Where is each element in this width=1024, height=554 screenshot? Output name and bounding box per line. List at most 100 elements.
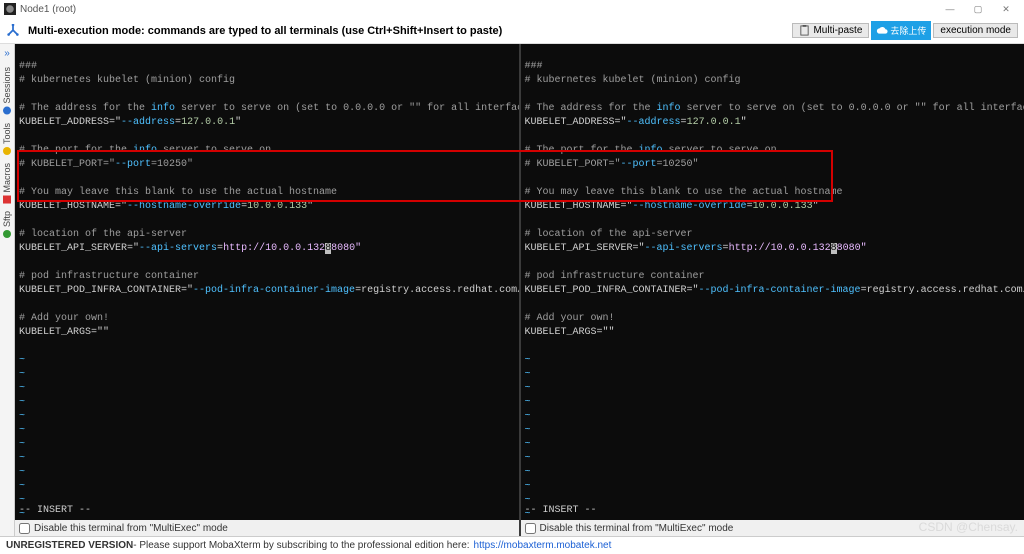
term-tilde: ~ bbox=[19, 481, 25, 492]
term-text: " bbox=[307, 201, 313, 212]
term-text: http://10.0.0.132 bbox=[223, 243, 325, 254]
term-line: # kubernetes kubelet (minion) config bbox=[19, 75, 235, 86]
term-text: " bbox=[235, 117, 241, 128]
term-text: KUBELET_ADDRESS=" bbox=[19, 117, 121, 128]
terminal-pane-right: ### # kubernetes kubelet (minion) config… bbox=[519, 44, 1024, 536]
term-tilde: ~ bbox=[525, 481, 531, 492]
term-text: # KUBELET_PORT=" bbox=[19, 159, 115, 170]
term-text: =registry.access.redhat.com/rhel7/pod-in… bbox=[861, 285, 1024, 296]
term-tilde: ~ bbox=[525, 397, 531, 408]
term-text: KUBELET_POD_INFRA_CONTAINER=" bbox=[19, 285, 193, 296]
multiexec-banner-text: Multi-execution mode: commands are typed… bbox=[28, 25, 502, 37]
macros-icon bbox=[3, 195, 11, 203]
term-line: # pod infrastructure container bbox=[525, 271, 705, 282]
pane-footer-left: Disable this terminal from "MultiExec" m… bbox=[15, 520, 519, 536]
maximize-button[interactable]: ▢ bbox=[964, 0, 992, 18]
term-line: # You may leave this blank to use the ac… bbox=[19, 187, 337, 198]
term-tilde: ~ bbox=[19, 355, 25, 366]
term-text: # The address for the bbox=[19, 103, 151, 114]
term-tilde: ~ bbox=[525, 369, 531, 380]
term-line: # Add your own! bbox=[525, 313, 615, 324]
term-tilde: ~ bbox=[525, 425, 531, 436]
execution-mode-button[interactable]: execution mode bbox=[933, 23, 1018, 38]
tools-icon bbox=[3, 147, 11, 155]
sidebar-tab-label: Tools bbox=[2, 123, 12, 144]
paste-icon bbox=[799, 25, 810, 36]
term-text: --address bbox=[627, 117, 681, 128]
term-text: 8080" bbox=[331, 243, 361, 254]
close-button[interactable]: ✕ bbox=[992, 0, 1020, 18]
term-text: # The port for the bbox=[19, 145, 133, 156]
term-text: KUBELET_HOSTNAME=" bbox=[19, 201, 127, 212]
vim-mode-indicator: -- INSERT -- bbox=[19, 504, 91, 518]
term-text: " bbox=[741, 117, 747, 128]
term-tilde: ~ bbox=[525, 355, 531, 366]
terminal-right[interactable]: ### # kubernetes kubelet (minion) config… bbox=[521, 44, 1024, 520]
multi-paste-label: Multi-paste bbox=[813, 25, 862, 36]
cloud-upload-label: 去除上传 bbox=[890, 24, 926, 37]
term-text: --api-servers bbox=[139, 243, 217, 254]
term-text: =10250" bbox=[151, 159, 193, 170]
status-message: - Please support MobaXterm by subscribin… bbox=[133, 540, 469, 551]
term-text: --pod-infra-container-image bbox=[699, 285, 861, 296]
disable-multiexec-checkbox[interactable] bbox=[19, 523, 30, 534]
term-tilde: ~ bbox=[19, 453, 25, 464]
multiexec-banner: Multi-execution mode: commands are typed… bbox=[0, 18, 1024, 44]
window-title-bar: Node1 (root) — ▢ ✕ bbox=[0, 0, 1024, 18]
terminal-panes: ### # kubernetes kubelet (minion) config… bbox=[15, 44, 1024, 536]
term-text: KUBELET_HOSTNAME=" bbox=[525, 201, 633, 212]
term-text: --hostname-override bbox=[127, 201, 241, 212]
term-text: 127.0.0.1 bbox=[181, 117, 235, 128]
window-title: Node1 (root) bbox=[20, 4, 76, 15]
terminal-left[interactable]: ### # kubernetes kubelet (minion) config… bbox=[15, 44, 519, 520]
term-text: --api-servers bbox=[645, 243, 723, 254]
term-tilde: ~ bbox=[19, 467, 25, 478]
disable-multiexec-label: Disable this terminal from "MultiExec" m… bbox=[540, 523, 734, 534]
term-text: KUBELET_POD_INFRA_CONTAINER=" bbox=[525, 285, 699, 296]
term-text: info bbox=[657, 103, 681, 114]
term-text: # KUBELET_PORT=" bbox=[525, 159, 621, 170]
multi-paste-button[interactable]: Multi-paste bbox=[792, 23, 869, 38]
term-text: 10.0.0.133 bbox=[753, 201, 813, 212]
term-tilde: ~ bbox=[19, 439, 25, 450]
sidebar-tab-tools[interactable]: Tools bbox=[2, 123, 12, 155]
term-text: server to serve on (set to 0.0.0.0 or ""… bbox=[681, 103, 1024, 114]
sidebar-tab-sftp[interactable]: Sftp bbox=[2, 211, 12, 238]
window-controls: — ▢ ✕ bbox=[936, 0, 1020, 18]
sidebar-collapse-toggle[interactable]: » bbox=[4, 48, 10, 59]
term-line: ### bbox=[19, 61, 37, 72]
term-text: --port bbox=[621, 159, 657, 170]
sidebar-tab-label: Macros bbox=[2, 163, 12, 193]
disable-multiexec-label: Disable this terminal from "MultiExec" m… bbox=[34, 523, 228, 534]
term-text: =registry.access.redhat.com/rhel7/pod-in… bbox=[355, 285, 518, 296]
term-tilde: ~ bbox=[525, 383, 531, 394]
term-text: " bbox=[813, 201, 819, 212]
cloud-upload-button[interactable]: 去除上传 bbox=[871, 21, 931, 40]
left-side-tabs: » Sessions Tools Macros Sftp bbox=[0, 44, 15, 536]
term-line: # location of the api-server bbox=[525, 229, 693, 240]
cloud-icon bbox=[876, 26, 888, 36]
term-text: --pod-infra-container-image bbox=[193, 285, 355, 296]
term-text: =10250" bbox=[657, 159, 699, 170]
term-text: info bbox=[133, 145, 157, 156]
term-text: --port bbox=[115, 159, 151, 170]
sidebar-tab-macros[interactable]: Macros bbox=[2, 163, 12, 204]
term-text: 10.0.0.133 bbox=[247, 201, 307, 212]
term-tilde: ~ bbox=[19, 383, 25, 394]
main-area: » Sessions Tools Macros Sftp ### # kuber… bbox=[0, 44, 1024, 536]
term-tilde: ~ bbox=[525, 439, 531, 450]
mobaxterm-link[interactable]: https://mobaxterm.mobatek.net bbox=[474, 540, 612, 551]
minimize-button[interactable]: — bbox=[936, 0, 964, 18]
sftp-icon bbox=[3, 230, 11, 238]
term-text: KUBELET_ADDRESS=" bbox=[525, 117, 627, 128]
term-text: KUBELET_API_SERVER=" bbox=[19, 243, 139, 254]
term-text: # The port for the bbox=[525, 145, 639, 156]
sidebar-tab-sessions[interactable]: Sessions bbox=[2, 67, 12, 115]
term-text: http://10.0.0.132 bbox=[729, 243, 831, 254]
term-text: KUBELET_API_SERVER=" bbox=[525, 243, 645, 254]
term-line: KUBELET_ARGS="" bbox=[525, 327, 615, 338]
disable-multiexec-checkbox[interactable] bbox=[525, 523, 536, 534]
term-tilde: ~ bbox=[525, 411, 531, 422]
term-line: # kubernetes kubelet (minion) config bbox=[525, 75, 741, 86]
term-line: # location of the api-server bbox=[19, 229, 187, 240]
